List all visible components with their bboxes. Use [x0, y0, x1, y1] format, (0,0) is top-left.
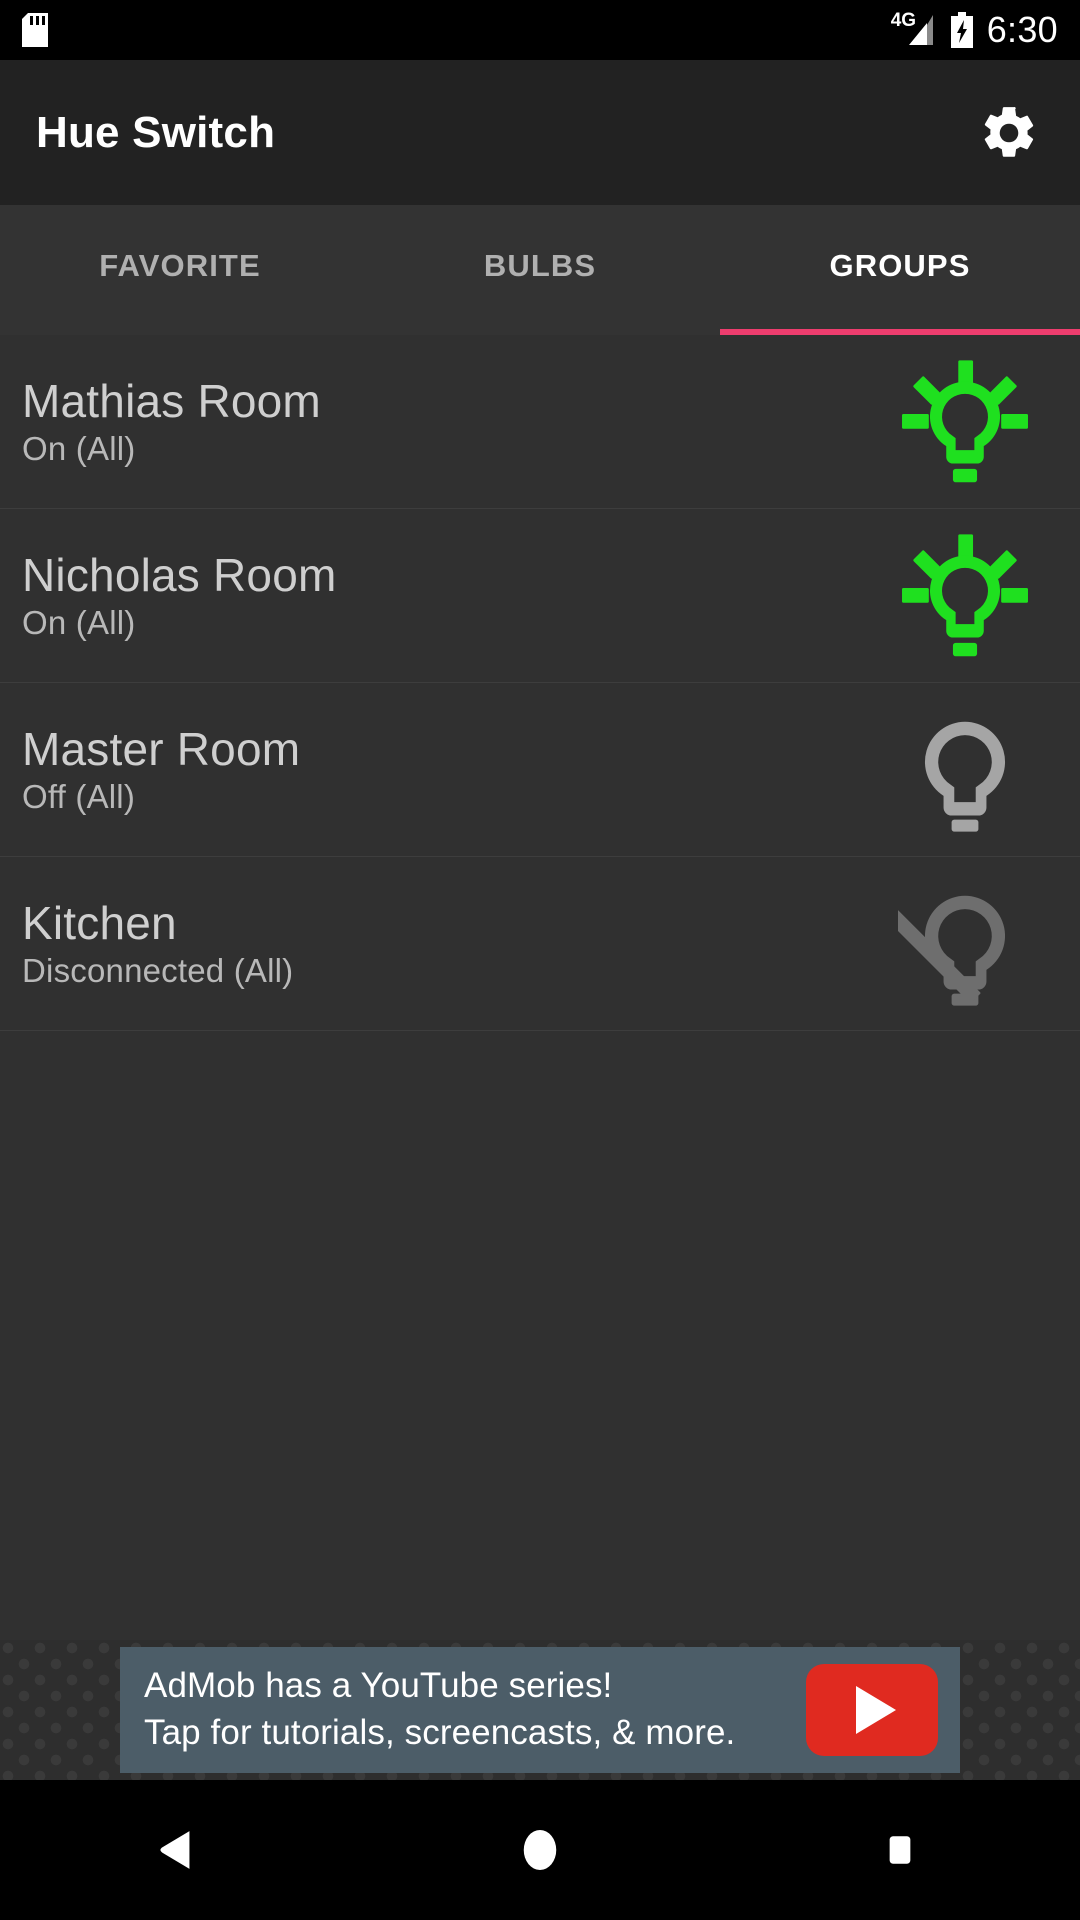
ad-text-block: AdMob has a YouTube series! Tap for tuto… [144, 1664, 735, 1756]
admob-banner[interactable]: AdMob has a YouTube series! Tap for tuto… [120, 1647, 960, 1773]
row-text-block: Nicholas Room On (All) [22, 550, 337, 641]
group-status: Off (All) [22, 777, 136, 815]
status-bar-clock: 6:30 [986, 9, 1058, 50]
table-row[interactable]: Master Room Off (All) [0, 683, 1080, 857]
group-name: Nicholas Room [22, 549, 337, 602]
battery-charging-icon [949, 12, 975, 48]
youtube-play-icon[interactable] [806, 1664, 938, 1756]
tab-favorite[interactable]: FAVORITE [0, 205, 360, 335]
status-bar: 4G 6:30 [0, 0, 1080, 60]
group-name: Master Room [22, 723, 301, 776]
group-status: Disconnected (All) [22, 951, 294, 989]
groups-list: Mathias Room On (All) Nicholas Room On (… [0, 335, 1080, 1640]
table-row[interactable]: Mathias Room On (All) [0, 335, 1080, 509]
status-bar-right: 4G 6:30 [891, 9, 1058, 50]
bulb-on-icon[interactable] [890, 521, 1040, 671]
ad-subline: Tap for tutorials, screencasts, & more. [144, 1713, 736, 1752]
bulb-on-icon[interactable] [890, 347, 1040, 497]
play-triangle-shape [856, 1686, 896, 1734]
table-row[interactable]: Kitchen Disconnected (All) [0, 857, 1080, 1031]
bulb-off-icon[interactable] [890, 695, 1040, 845]
page-title: Hue Switch [36, 107, 276, 157]
ad-container: AdMob has a YouTube series! Tap for tuto… [0, 1640, 1080, 1780]
tab-bar: FAVORITE BULBS GROUPS [0, 205, 1080, 335]
sd-card-icon [22, 13, 48, 47]
app-toolbar: Hue Switch [0, 60, 1080, 205]
gear-icon[interactable] [974, 98, 1044, 168]
system-navigation-bar [0, 1780, 1080, 1920]
back-triangle-icon[interactable] [120, 1790, 240, 1910]
row-text-block: Master Room Off (All) [22, 724, 300, 815]
tab-groups[interactable]: GROUPS [720, 205, 1080, 335]
group-name: Mathias Room [22, 375, 321, 428]
tab-bulbs[interactable]: BULBS [360, 205, 720, 335]
row-text-block: Kitchen Disconnected (All) [22, 898, 293, 989]
app-root: 4G 6:30 Hue Switch FAVORITE BULBS GROUPS… [0, 0, 1080, 1920]
bulb-disconnected-icon[interactable] [890, 869, 1040, 1019]
status-bar-left [22, 13, 48, 47]
home-circle-icon[interactable] [480, 1790, 600, 1910]
table-row[interactable]: Nicholas Room On (All) [0, 509, 1080, 683]
group-status: On (All) [22, 603, 136, 641]
group-status: On (All) [22, 429, 136, 467]
group-name: Kitchen [22, 897, 177, 950]
recents-square-icon[interactable] [840, 1790, 960, 1910]
ad-headline: AdMob has a YouTube series! [144, 1666, 613, 1706]
row-text-block: Mathias Room On (All) [22, 376, 321, 467]
signal-bars-icon: 4G [891, 11, 937, 47]
